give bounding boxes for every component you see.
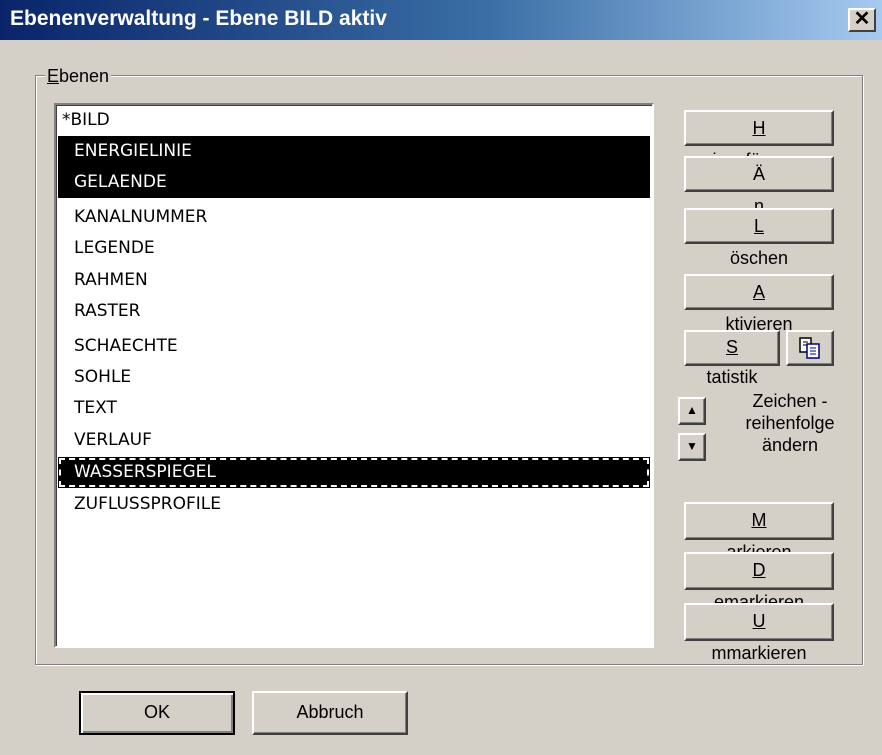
invert-mark-button[interactable]: Ummarkieren (684, 603, 834, 663)
list-item[interactable]: TEXT (58, 393, 650, 424)
list-item[interactable]: RAHMEN (58, 265, 650, 296)
window-title: Ebenenverwaltung - Ebene BILD aktiv (10, 7, 387, 30)
ok-button[interactable]: OK (79, 691, 235, 735)
list-item[interactable]: *BILD (58, 105, 650, 136)
statistics-button[interactable]: Statistik (684, 330, 780, 387)
list-item[interactable]: SCHAECHTE (58, 331, 650, 362)
list-item[interactable]: GELAENDE (58, 167, 650, 198)
list-item[interactable]: ENERGIELINIE (58, 136, 650, 167)
cancel-button[interactable]: Abbruch (252, 691, 408, 735)
list-item[interactable]: RASTER (58, 296, 650, 327)
list-item[interactable]: WASSERSPIEGEL (58, 457, 650, 488)
activate-layer-button[interactable]: Aktivieren (684, 274, 834, 334)
copy-icon (799, 337, 820, 359)
draw-order-label: Zeichen - reihenfolge ändern (745, 391, 835, 455)
list-item[interactable]: KANALNUMMER (58, 202, 650, 233)
arrow-down-icon: ▼ (686, 439, 698, 453)
move-down-button[interactable]: ▼ (678, 433, 706, 461)
copy-button[interactable] (786, 330, 834, 366)
list-item[interactable]: SOHLE (58, 362, 650, 393)
arrow-up-icon: ▲ (686, 403, 698, 417)
mark-button[interactable]: Markieren (684, 502, 834, 562)
layers-group-label: Ebenen (45, 66, 112, 87)
unmark-button[interactable]: Demarkieren (684, 552, 834, 612)
delete-layer-button[interactable]: Löschen (684, 208, 834, 268)
list-item[interactable]: VERLAUF (58, 425, 650, 456)
move-up-button[interactable]: ▲ (678, 397, 706, 425)
close-button[interactable]: ✕ (848, 8, 876, 32)
add-layer-button[interactable]: Hinzufügen... (684, 110, 834, 170)
edit-layer-button[interactable]: Ändern... (684, 156, 834, 248)
close-icon: ✕ (853, 8, 871, 30)
list-item[interactable]: LEGENDE (58, 233, 650, 264)
list-item[interactable]: ZUFLUSSPROFILE (58, 489, 650, 520)
layer-listbox[interactable]: *BILD ENERGIELINIE GELAENDE KANALNUMMER … (54, 103, 654, 648)
title-bar: Ebenenverwaltung - Ebene BILD aktiv ✕ (0, 0, 882, 40)
